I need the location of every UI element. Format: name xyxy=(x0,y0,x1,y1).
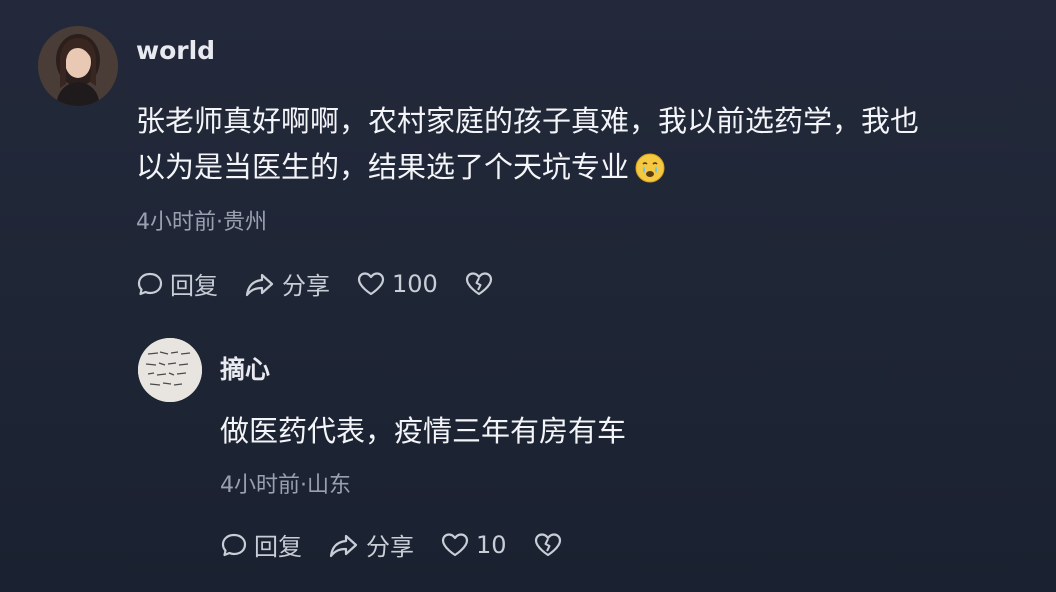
avatar[interactable] xyxy=(38,26,118,106)
like-count: 10 xyxy=(476,530,507,559)
comment-bubble-icon xyxy=(137,272,163,295)
reply-label: 回复 xyxy=(170,272,218,300)
share-arrow-icon xyxy=(245,273,274,296)
dislike-button[interactable] xyxy=(464,270,500,298)
like-button[interactable]: 100 xyxy=(356,270,438,298)
comment-actions: 回复 分享 10 xyxy=(220,527,569,562)
username[interactable]: world xyxy=(136,36,215,65)
reply-label: 回复 xyxy=(254,533,302,561)
comment-actions: 回复 分享 100 xyxy=(136,266,500,301)
comment-meta: 4小时前·山东 xyxy=(220,473,351,498)
comment-text: 做医药代表，疫情三年有房有车 xyxy=(220,414,627,448)
like-count: 100 xyxy=(392,269,438,298)
comment-text: 张老师真好啊啊，农村家庭的孩子真难，我以前选药学，我也 以为是当医生的，结果选了… xyxy=(136,98,1036,196)
reply-button[interactable]: 回复 xyxy=(220,527,302,562)
comment-meta: 4小时前·贵州 xyxy=(136,210,267,235)
share-label: 分享 xyxy=(366,533,414,561)
comment-bubble-icon xyxy=(221,533,247,556)
username[interactable]: 摘心 xyxy=(220,350,270,386)
comment-text-line: 以为是当医生的，结果选了个天坑专业 xyxy=(136,144,1036,196)
share-arrow-icon xyxy=(329,534,358,557)
reply-button[interactable]: 回复 xyxy=(136,266,218,301)
broken-heart-icon xyxy=(534,532,561,556)
dislike-button[interactable] xyxy=(533,531,569,559)
like-button[interactable]: 10 xyxy=(440,531,507,559)
share-button[interactable]: 分享 xyxy=(328,527,414,562)
avatar[interactable] xyxy=(138,338,202,402)
heart-icon xyxy=(357,271,385,295)
comment-text-line: 张老师真好啊啊，农村家庭的孩子真难，我以前选药学，我也 xyxy=(136,104,920,138)
crying-face-emoji xyxy=(635,150,665,196)
share-button[interactable]: 分享 xyxy=(244,266,330,301)
broken-heart-icon xyxy=(465,271,492,295)
comment-text-line-content: 以为是当医生的，结果选了个天坑专业 xyxy=(136,150,630,184)
share-label: 分享 xyxy=(282,272,330,300)
heart-icon xyxy=(441,532,469,556)
